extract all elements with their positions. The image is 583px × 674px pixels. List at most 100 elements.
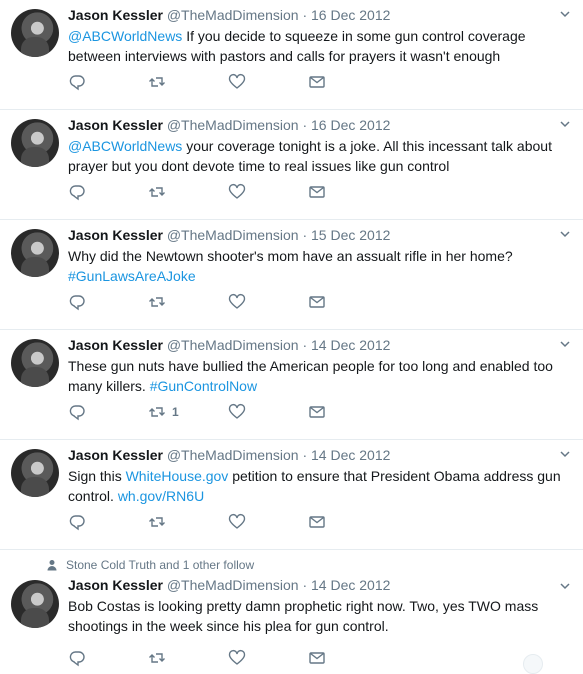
chevron-down-icon[interactable] xyxy=(559,228,571,240)
tweet-header: Jason Kessler @TheMadDimension · 16 Dec … xyxy=(68,116,573,134)
author-name[interactable]: Jason Kessler xyxy=(68,447,163,463)
author-name[interactable]: Jason Kessler xyxy=(68,227,163,243)
tweet-date[interactable]: 16 Dec 2012 xyxy=(311,7,390,23)
reply-button[interactable] xyxy=(68,183,148,201)
direct-message-button[interactable] xyxy=(308,403,388,421)
hashtag-link[interactable]: #GunControlNow xyxy=(150,378,257,394)
chevron-down-icon[interactable] xyxy=(559,580,571,592)
direct-message-button[interactable] xyxy=(308,513,388,531)
mention-link[interactable]: @ABCWorldNews xyxy=(68,28,182,44)
tweet-text: Sign this WhiteHouse.gov petition to ens… xyxy=(68,466,573,506)
hashtag-link[interactable]: #GunLawsAreAJoke xyxy=(68,268,196,284)
tweet-date[interactable]: 14 Dec 2012 xyxy=(311,337,390,353)
reply-button[interactable] xyxy=(68,403,148,421)
retweet-button[interactable] xyxy=(148,649,228,667)
author-name[interactable]: Jason Kessler xyxy=(68,7,163,23)
loading-indicator xyxy=(523,654,543,674)
tweet-actions xyxy=(68,648,388,668)
author-name[interactable]: Jason Kessler xyxy=(68,337,163,353)
retweet-button[interactable]: 1 xyxy=(148,403,228,421)
tweet-text: Why did the Newtown shooter's mom have a… xyxy=(68,246,573,286)
separator-dot: · xyxy=(302,7,308,23)
retweet-button[interactable] xyxy=(148,73,228,91)
separator-dot: · xyxy=(302,337,308,353)
chevron-down-icon[interactable] xyxy=(559,118,571,130)
author-handle[interactable]: @TheMadDimension xyxy=(167,337,299,353)
like-button[interactable] xyxy=(228,513,308,531)
tweet-actions xyxy=(68,72,388,92)
tweet[interactable]: Jason Kessler @TheMadDimension · 16 Dec … xyxy=(0,0,583,110)
chevron-down-icon[interactable] xyxy=(559,448,571,460)
avatar[interactable] xyxy=(11,449,59,497)
separator-dot: · xyxy=(302,447,308,463)
direct-message-button[interactable] xyxy=(308,293,388,311)
like-icon xyxy=(228,513,246,529)
tweet-date[interactable]: 14 Dec 2012 xyxy=(311,447,390,463)
whitehouse-link[interactable]: WhiteHouse.gov xyxy=(126,468,229,484)
tweet-text: These gun nuts have bullied the American… xyxy=(68,356,573,396)
separator-dot: · xyxy=(302,577,308,593)
retweet-button[interactable] xyxy=(148,513,228,531)
direct-message-button[interactable] xyxy=(308,649,388,667)
timeline: Jason Kessler @TheMadDimension · 16 Dec … xyxy=(0,0,583,674)
like-button[interactable] xyxy=(228,183,308,201)
like-button[interactable] xyxy=(228,73,308,91)
short-url-link[interactable]: wh.gov/RN6U xyxy=(118,488,204,504)
avatar[interactable] xyxy=(11,229,59,277)
reply-button[interactable] xyxy=(68,293,148,311)
tweet[interactable]: Stone Cold Truth and 1 other follow Jaso… xyxy=(0,550,583,674)
tweet[interactable]: Jason Kessler @TheMadDimension · 14 Dec … xyxy=(0,330,583,440)
tweet-date[interactable]: 14 Dec 2012 xyxy=(311,577,390,593)
avatar[interactable] xyxy=(11,9,59,57)
reply-icon xyxy=(69,295,85,311)
like-icon xyxy=(228,403,246,419)
tweet-text: Bob Costas is looking pretty damn prophe… xyxy=(68,596,573,636)
chevron-down-icon[interactable] xyxy=(559,338,571,350)
tweet-text: @ABCWorldNews If you decide to squeeze i… xyxy=(68,26,573,66)
avatar[interactable] xyxy=(11,339,59,387)
like-icon xyxy=(228,293,246,309)
retweet-icon xyxy=(149,653,165,663)
author-handle[interactable]: @TheMadDimension xyxy=(167,7,299,23)
retweet-button[interactable] xyxy=(148,293,228,311)
tweet[interactable]: Jason Kessler @TheMadDimension · 16 Dec … xyxy=(0,110,583,220)
tweet-date[interactable]: 16 Dec 2012 xyxy=(311,117,390,133)
avatar[interactable] xyxy=(11,580,59,628)
reply-button[interactable] xyxy=(68,513,148,531)
tweet[interactable]: Jason Kessler @TheMadDimension · 15 Dec … xyxy=(0,220,583,330)
author-handle[interactable]: @TheMadDimension xyxy=(167,117,299,133)
author-name[interactable]: Jason Kessler xyxy=(68,577,163,593)
like-icon xyxy=(228,649,246,665)
chevron-down-icon[interactable] xyxy=(559,8,571,20)
separator-dot: · xyxy=(302,117,308,133)
avatar[interactable] xyxy=(11,119,59,167)
direct-message-icon xyxy=(309,186,325,198)
reply-icon xyxy=(69,75,85,91)
tweet[interactable]: Jason Kessler @TheMadDimension · 14 Dec … xyxy=(0,440,583,550)
direct-message-button[interactable] xyxy=(308,73,388,91)
author-handle[interactable]: @TheMadDimension xyxy=(167,447,299,463)
direct-message-icon xyxy=(309,516,325,528)
like-button[interactable] xyxy=(228,293,308,311)
author-name[interactable]: Jason Kessler xyxy=(68,117,163,133)
tweet-body: Sign this xyxy=(68,468,126,484)
direct-message-icon xyxy=(309,296,325,308)
tweet-text: @ABCWorldNews your coverage tonight is a… xyxy=(68,136,573,176)
tweet-date[interactable]: 15 Dec 2012 xyxy=(311,227,390,243)
like-button[interactable] xyxy=(228,403,308,421)
reply-button[interactable] xyxy=(68,649,148,667)
direct-message-button[interactable] xyxy=(308,183,388,201)
reply-button[interactable] xyxy=(68,73,148,91)
reply-icon xyxy=(69,185,85,201)
retweet-button[interactable] xyxy=(148,183,228,201)
social-context-text[interactable]: Stone Cold Truth and 1 other follow xyxy=(66,558,254,572)
author-handle[interactable]: @TheMadDimension xyxy=(167,577,299,593)
author-handle[interactable]: @TheMadDimension xyxy=(167,227,299,243)
tweet-header: Jason Kessler @TheMadDimension · 16 Dec … xyxy=(68,6,573,24)
tweet-header: Jason Kessler @TheMadDimension · 15 Dec … xyxy=(68,226,573,244)
direct-message-icon xyxy=(309,76,325,88)
direct-message-icon xyxy=(309,406,325,418)
reply-icon xyxy=(69,405,85,421)
mention-link[interactable]: @ABCWorldNews xyxy=(68,138,182,154)
like-button[interactable] xyxy=(228,649,308,667)
